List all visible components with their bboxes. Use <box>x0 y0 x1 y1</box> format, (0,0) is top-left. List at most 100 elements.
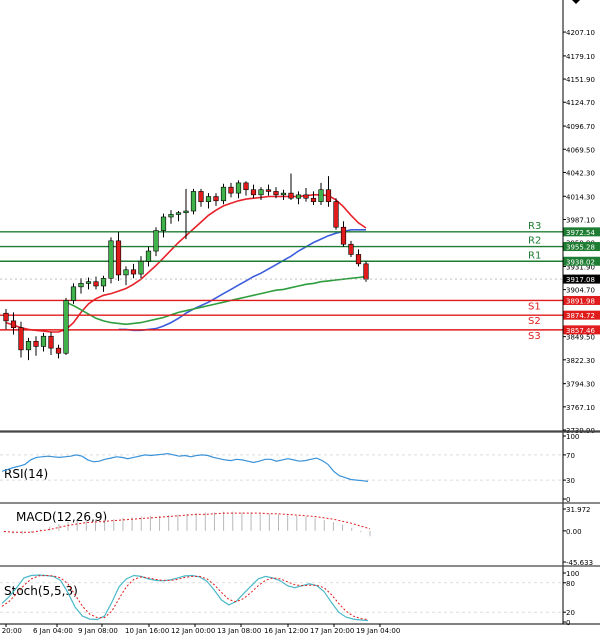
rsi-tick-label: 100 <box>566 433 579 441</box>
candle-body <box>318 189 324 202</box>
candle-body <box>63 300 69 354</box>
candle-body <box>295 194 302 199</box>
candle-body <box>40 335 47 347</box>
candle-body <box>220 186 227 202</box>
candle-body <box>340 226 347 245</box>
macd-label: MACD(12,26,9) <box>16 510 107 524</box>
candle-body <box>310 197 317 202</box>
stoch-tick-label: 100 <box>566 570 579 578</box>
candle-body <box>213 196 219 202</box>
rsi-tick-label: 70 <box>566 452 575 460</box>
price-tick-label: 4151.90 <box>566 76 595 84</box>
chart-background <box>0 0 600 639</box>
time-tick-label: 17 Jan 20:00 <box>310 627 354 635</box>
candle-body <box>18 327 24 351</box>
level-name-label: S3 <box>528 331 541 342</box>
candle-body <box>355 254 362 265</box>
time-tick-label: 9 Jan 08:00 <box>78 627 118 635</box>
time-tick-label: 12 Jan 00:00 <box>171 627 215 635</box>
stoch-tick-label: 80 <box>566 580 575 588</box>
candle-body <box>3 312 9 322</box>
candle-body <box>85 281 92 284</box>
price-tick-label: 4124.70 <box>566 99 595 107</box>
time-tick-label: 10 Jan 16:00 <box>125 627 169 635</box>
stoch-tick-label: 20 <box>566 609 575 617</box>
candle-body <box>160 216 167 231</box>
candle-body <box>273 191 279 196</box>
candle-body <box>55 347 62 354</box>
time-tick-label: 13 Jan 08:00 <box>217 627 261 635</box>
time-tick-label: 16 Jan 12:00 <box>264 627 308 635</box>
candle-body <box>205 196 212 202</box>
level-price-label: 3891.98 <box>566 297 595 305</box>
candle-body <box>228 186 234 194</box>
forex-chart: 4207.10 4179.10 4151.90 4124.70 4096.70 4069.… <box>0 0 600 639</box>
candle-body <box>198 191 204 202</box>
candle-body <box>93 281 99 287</box>
candle-body <box>10 320 17 329</box>
candle-body <box>175 212 182 215</box>
level-price-label: 3938.02 <box>566 258 595 266</box>
level-name-label: R3 <box>528 221 541 232</box>
candle-body <box>78 283 84 288</box>
candle-body <box>333 201 339 228</box>
price-tick-label: 4096.70 <box>566 123 595 131</box>
price-tick-label: 4179.10 <box>566 53 595 61</box>
time-tick-label: 19 Jan 04:00 <box>356 627 400 635</box>
candle <box>363 261 369 282</box>
candle-body <box>108 240 114 279</box>
candle <box>108 237 114 284</box>
candle-body <box>280 192 287 196</box>
price-tick-label: 3822.30 <box>566 357 595 365</box>
stoch-tick-label: 0 <box>566 619 570 627</box>
price-tick-label: 4207.10 <box>566 29 595 37</box>
candle <box>63 297 69 355</box>
candle-body <box>348 243 354 255</box>
candle-body <box>168 214 174 218</box>
candle-body <box>130 269 137 275</box>
candle-body <box>153 230 159 252</box>
level-name-label: R1 <box>528 250 541 261</box>
level-name-label: S1 <box>528 301 541 312</box>
level-name-label: R2 <box>528 236 541 247</box>
candle-body <box>100 278 107 287</box>
candle-body <box>250 189 257 196</box>
level-price-label: 3972.54 <box>566 229 595 237</box>
level-price-label: 3857.46 <box>566 327 595 335</box>
level-price-label: 3874.72 <box>566 312 595 320</box>
macd-tick-label: 31.972 <box>566 506 591 514</box>
rsi-label: RSI(14) <box>4 467 48 481</box>
current-price-label: 3917.08 <box>566 276 595 284</box>
price-tick-label: 4069.50 <box>566 146 595 154</box>
level-price-label: 3955.28 <box>566 244 595 252</box>
price-tick-label: 4014.30 <box>566 193 595 201</box>
candle-body <box>303 194 309 199</box>
candle-body <box>33 341 39 347</box>
candle-body <box>258 189 264 196</box>
candle-body <box>325 189 332 202</box>
candle-body <box>183 210 189 214</box>
candle <box>333 198 339 230</box>
candle-body <box>70 286 77 301</box>
candle <box>190 188 197 215</box>
time-tick-label: 5 Jan 20:00 <box>0 627 22 635</box>
price-tick-label: 3987.10 <box>566 216 595 224</box>
level-name-label: S2 <box>528 316 541 327</box>
candle-body <box>288 192 294 199</box>
candle-body <box>25 341 32 351</box>
rsi-tick-label: 30 <box>566 477 575 485</box>
candle-body <box>265 189 272 192</box>
candle-body <box>363 263 369 280</box>
candle-body <box>138 260 144 275</box>
time-tick-label: 6 Jan 04:00 <box>33 627 73 635</box>
candle-body <box>123 269 129 276</box>
candle-body <box>235 182 242 194</box>
price-tick-label: 4042.30 <box>566 169 595 177</box>
price-tick-label: 3904.70 <box>566 287 595 295</box>
candle-body <box>190 191 197 212</box>
price-tick-label: 3794.30 <box>566 381 595 389</box>
price-tick-label: 3767.10 <box>566 404 595 412</box>
candle-body <box>115 240 122 276</box>
candle-body <box>145 250 152 262</box>
candle-body <box>243 182 249 191</box>
